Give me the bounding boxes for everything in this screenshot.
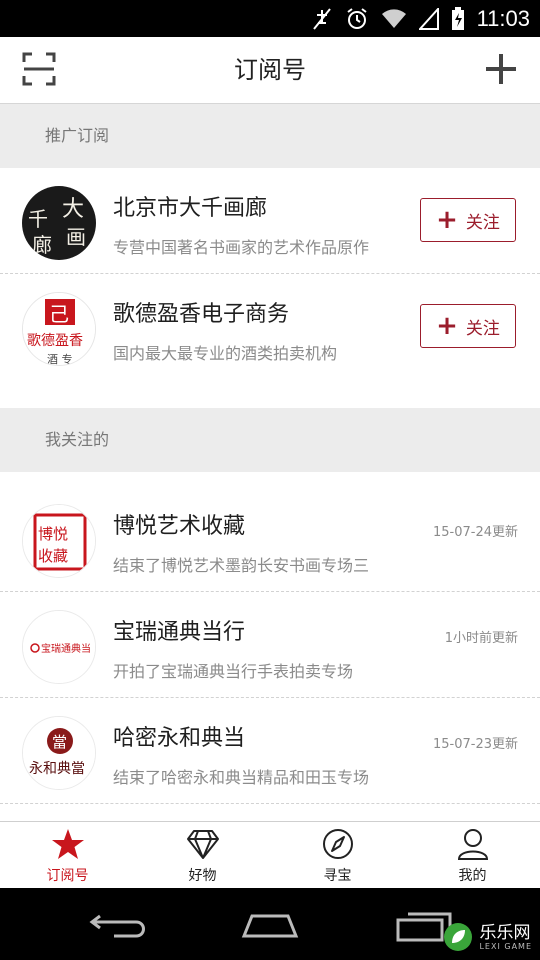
tab-label: 好物: [188, 868, 217, 884]
divider: [0, 803, 540, 804]
item-description: 专营中国著名书画家的艺术作品原作: [113, 238, 370, 257]
list-item[interactable]: 當 永和典當 哈密永和典当 结束了哈密永和典当精品和田玉专场 15-07-23更…: [0, 698, 540, 804]
tab-treasure[interactable]: 寻宝: [270, 822, 405, 889]
item-title: 北京市大千画廊: [113, 196, 268, 221]
section-label: 推广订阅: [45, 126, 110, 145]
item-title: 哈密永和典当: [113, 726, 246, 751]
plus-icon: +: [436, 311, 458, 341]
item-title: 歌德盈香电子商务: [113, 302, 290, 327]
item-description: 结束了博悦艺术墨韵长安书画专场三: [113, 556, 370, 575]
page-title: 订阅号: [234, 56, 306, 84]
back-icon[interactable]: [80, 902, 160, 946]
list-item[interactable]: 宝瑞通典当 宝瑞通典当行 开拍了宝瑞通典当行手表拍卖专场 1小时前更新: [0, 592, 540, 698]
system-nav-bar: 乐乐网 LEXI GAME: [0, 888, 540, 960]
tab-goods[interactable]: 好物: [135, 822, 270, 889]
tab-label: 订阅号: [46, 868, 89, 884]
svg-text:永和典當: 永和典當: [29, 761, 85, 777]
avatar: 宝瑞通典当: [22, 610, 96, 684]
watermark-sub: LEXI GAME: [479, 941, 532, 951]
svg-text:收藏: 收藏: [38, 547, 68, 565]
person-icon: [457, 829, 488, 860]
signal-icon: [418, 7, 439, 30]
add-icon[interactable]: [484, 52, 518, 86]
item-title: 博悦艺术收藏: [113, 514, 246, 539]
svg-text:歌德盈香: 歌德盈香: [27, 333, 83, 349]
svg-text:酒 专: 酒 专: [47, 352, 73, 366]
tab-subscriptions[interactable]: 订阅号: [0, 822, 135, 889]
plus-icon: +: [436, 205, 458, 235]
svg-text:廊: 廊: [32, 233, 52, 257]
section-label: 我关注的: [45, 430, 110, 449]
svg-text:己: 己: [49, 302, 69, 326]
diamond-icon: [186, 830, 219, 859]
svg-text:画: 画: [66, 225, 86, 249]
item-description: 开拍了宝瑞通典当行手表拍卖专场: [113, 662, 354, 681]
mute-icon: [312, 7, 331, 30]
bottom-tab-bar: 订阅号 好物 寻宝 我的: [0, 821, 540, 889]
status-bar: 11:03: [0, 0, 540, 37]
item-description: 国内最大最专业的酒类拍卖机构: [113, 344, 338, 363]
list-item[interactable]: 博悦 收藏 博悦艺术收藏 结束了博悦艺术墨韵长安书画专场三 15-07-24更新: [0, 486, 540, 592]
compass-icon: [322, 829, 353, 859]
watermark-text: 乐乐网: [479, 922, 531, 943]
avatar: 當 永和典當: [22, 716, 96, 790]
item-title: 宝瑞通典当行: [113, 620, 246, 645]
wifi-icon: [381, 8, 406, 28]
avatar: 大 千 画 廊: [22, 186, 96, 260]
battery-icon: [451, 6, 464, 30]
follow-label: 关注: [465, 212, 500, 233]
svg-text:博悦: 博悦: [38, 525, 68, 543]
tab-label: 寻宝: [323, 868, 352, 884]
leaf-logo-icon: [444, 923, 473, 951]
follow-button[interactable]: + 关注: [420, 198, 516, 242]
follow-label: 关注: [465, 318, 500, 339]
follow-button[interactable]: + 关注: [420, 304, 516, 348]
list-item[interactable]: 己 歌德盈香 酒 专 歌德盈香电子商务 国内最大最专业的酒类拍卖机构 + 关注: [0, 274, 540, 380]
update-time: 15-07-23更新: [432, 737, 518, 752]
update-time: 1小时前更新: [444, 631, 518, 646]
home-icon[interactable]: [230, 902, 310, 946]
logo-text: 大: [62, 197, 84, 222]
svg-text:當: 當: [52, 733, 67, 751]
list-item[interactable]: 大 千 画 廊 北京市大千画廊 专营中国著名书画家的艺术作品原作 + 关注: [0, 168, 540, 274]
svg-text:千: 千: [28, 207, 48, 231]
update-time: 15-07-24更新: [432, 525, 518, 540]
avatar: 己 歌德盈香 酒 专: [22, 292, 96, 366]
tab-label: 我的: [458, 868, 487, 884]
app-bar: 订阅号: [0, 37, 540, 104]
alarm-icon: [346, 7, 367, 29]
star-icon: [51, 829, 84, 859]
tab-me[interactable]: 我的: [405, 822, 540, 889]
avatar: 博悦 收藏: [22, 504, 96, 578]
watermark: 乐乐网 LEXI GAME: [443, 922, 532, 952]
svg-text:宝瑞通典当: 宝瑞通典当: [41, 642, 91, 655]
section-following: 我关注的: [0, 408, 540, 472]
section-promoted: 推广订阅: [0, 104, 540, 168]
item-description: 结束了哈密永和典当精品和田玉专场: [113, 768, 370, 787]
status-time: 11:03: [476, 5, 530, 31]
